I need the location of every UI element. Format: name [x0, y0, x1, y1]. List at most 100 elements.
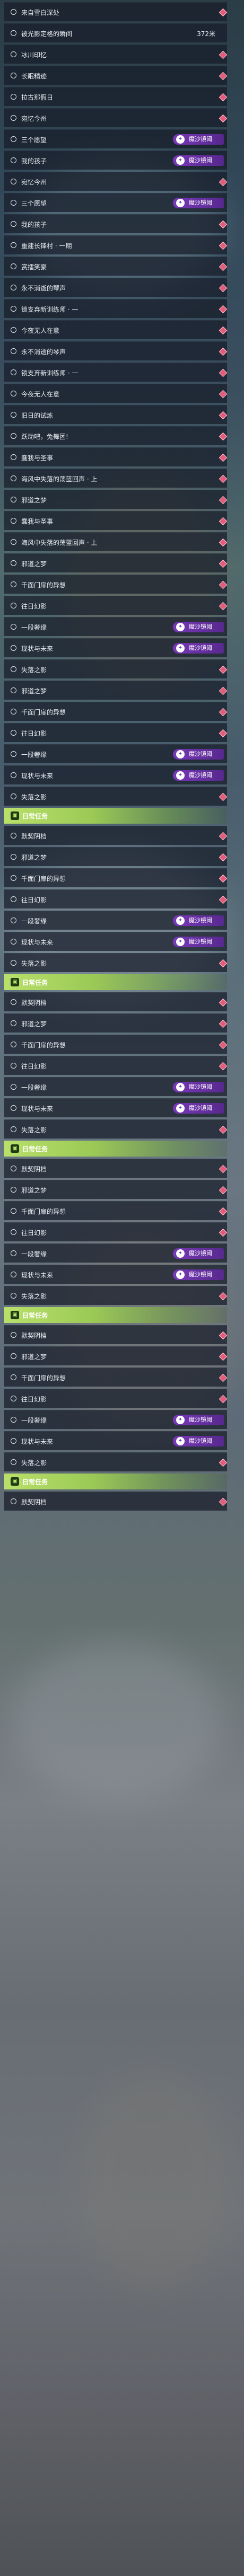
- track-circle-icon[interactable]: [11, 709, 16, 714]
- track-circle-icon[interactable]: [11, 369, 16, 375]
- track-circle-icon[interactable]: [11, 475, 16, 481]
- quest-row[interactable]: 邪道之梦: [4, 1013, 228, 1033]
- daily-task-header[interactable]: ▣ 日常任务: [4, 808, 227, 824]
- track-circle-icon[interactable]: [11, 433, 16, 439]
- track-circle-icon[interactable]: [11, 242, 16, 248]
- track-circle-icon[interactable]: [11, 1020, 16, 1026]
- track-circle-icon[interactable]: [11, 9, 16, 15]
- track-circle-icon[interactable]: [11, 1293, 16, 1299]
- daily-task-header[interactable]: ▣ 日常任务: [4, 1474, 227, 1489]
- quest-row[interactable]: 现状与未来 ✦ 魔沙镜阈: [4, 1098, 227, 1117]
- quest-row[interactable]: 千面门扉的异想: [4, 1368, 228, 1387]
- track-circle-icon[interactable]: [11, 918, 16, 923]
- quest-row[interactable]: 邪道之梦: [4, 1180, 228, 1199]
- track-circle-icon[interactable]: [11, 1084, 16, 1090]
- quest-row[interactable]: 蠢我与圣事: [4, 447, 228, 466]
- daily-task-header[interactable]: ▣ 日常任务: [4, 1307, 227, 1323]
- track-circle-icon[interactable]: [11, 539, 16, 545]
- track-circle-icon[interactable]: [11, 999, 16, 1005]
- quest-row[interactable]: 一段奢缘 ✦ 魔沙镜阈: [4, 744, 227, 763]
- quest-row[interactable]: 默契阴档: [4, 1159, 228, 1178]
- quest-row[interactable]: 永不消逝的琴声: [4, 341, 228, 360]
- quest-row[interactable]: 海风中失落的荡蓝回声 · 上: [4, 469, 228, 488]
- quest-row[interactable]: 一段奢缘 ✦ 魔沙镜阈: [4, 911, 227, 930]
- quest-row[interactable]: 千面门扉的异想: [4, 868, 228, 887]
- quest-row[interactable]: 邪道之梦: [4, 1346, 228, 1365]
- track-circle-icon[interactable]: [11, 793, 16, 799]
- track-circle-icon[interactable]: [11, 1332, 16, 1338]
- track-circle-icon[interactable]: [11, 1105, 16, 1111]
- track-circle-icon[interactable]: [11, 285, 16, 290]
- quest-row[interactable]: 一段奢缘 ✦ 魔沙镜阈: [4, 1077, 227, 1096]
- track-circle-icon[interactable]: [11, 136, 16, 142]
- quest-row[interactable]: 我的孩子: [4, 214, 228, 233]
- quest-row[interactable]: 邪道之梦: [4, 490, 228, 509]
- daily-task-header[interactable]: ▣ 日常任务: [4, 974, 227, 990]
- track-circle-icon[interactable]: [11, 854, 16, 860]
- quest-row[interactable]: 往日幻影: [4, 596, 228, 615]
- track-circle-icon[interactable]: [11, 327, 16, 333]
- quest-row[interactable]: 千面门扉的异想: [4, 1201, 228, 1220]
- quest-row[interactable]: 跃动吧，兔舞团!: [4, 426, 228, 445]
- quest-row[interactable]: 锁支弃新训练师 · 一: [4, 299, 228, 318]
- track-circle-icon[interactable]: [11, 666, 16, 672]
- quest-row[interactable]: 宛忆今州: [4, 172, 228, 191]
- quest-row[interactable]: 往日幻影: [4, 889, 228, 908]
- track-circle-icon[interactable]: [11, 896, 16, 902]
- track-circle-icon[interactable]: [11, 1126, 16, 1132]
- track-circle-icon[interactable]: [11, 1208, 16, 1214]
- quest-row[interactable]: 长眠精迹: [4, 66, 228, 85]
- track-circle-icon[interactable]: [11, 875, 16, 881]
- track-circle-icon[interactable]: [11, 454, 16, 460]
- quest-row[interactable]: 失落之影: [4, 953, 228, 972]
- track-circle-icon[interactable]: [11, 1250, 16, 1256]
- track-circle-icon[interactable]: [11, 200, 16, 206]
- quest-row[interactable]: 失落之影: [4, 659, 228, 678]
- quest-row[interactable]: 千面门扉的异想: [4, 702, 228, 721]
- track-circle-icon[interactable]: [11, 833, 16, 839]
- quest-row[interactable]: 往日幻影: [4, 1389, 228, 1408]
- track-circle-icon[interactable]: [11, 518, 16, 524]
- quest-row[interactable]: 默契阴档: [4, 826, 228, 845]
- track-circle-icon[interactable]: [11, 348, 16, 354]
- quest-row[interactable]: 现状与未来 ✦ 魔沙镜阈: [4, 932, 227, 951]
- quest-row[interactable]: 被光影定格的瞬间 372米: [4, 23, 227, 42]
- quest-row[interactable]: 拉古那假日: [4, 87, 228, 106]
- quest-row[interactable]: 失落之影: [4, 1452, 228, 1471]
- track-circle-icon[interactable]: [11, 157, 16, 163]
- quest-row[interactable]: 邪道之梦: [4, 553, 228, 572]
- quest-row[interactable]: 千面门扉的异想: [4, 575, 228, 594]
- track-circle-icon[interactable]: [11, 624, 16, 630]
- track-circle-icon[interactable]: [11, 1417, 16, 1423]
- quest-row[interactable]: 失落之影: [4, 1119, 228, 1139]
- quest-row[interactable]: 往日幻影: [4, 1056, 228, 1075]
- track-circle-icon[interactable]: [11, 730, 16, 736]
- quest-row[interactable]: 现状与未来 ✦ 魔沙镜阈: [4, 638, 227, 657]
- quest-row[interactable]: 重建长锋村 · 一期: [4, 235, 228, 254]
- track-circle-icon[interactable]: [11, 30, 16, 36]
- quest-row[interactable]: 今夜无人在意: [4, 320, 228, 339]
- quest-row[interactable]: 默契阴档: [4, 992, 228, 1011]
- track-circle-icon[interactable]: [11, 1272, 16, 1277]
- quest-row[interactable]: 宛忆今州: [4, 108, 228, 127]
- quest-row[interactable]: 默契阴档: [4, 1492, 228, 1511]
- track-circle-icon[interactable]: [11, 560, 16, 566]
- track-circle-icon[interactable]: [11, 1166, 16, 1171]
- quest-row[interactable]: 今夜无人在意: [4, 384, 228, 403]
- quest-row[interactable]: 旧日的试炼: [4, 405, 228, 424]
- track-circle-icon[interactable]: [11, 1229, 16, 1235]
- track-circle-icon[interactable]: [11, 115, 16, 121]
- quest-row[interactable]: 往日幻影: [4, 1222, 228, 1241]
- track-circle-icon[interactable]: [11, 391, 16, 396]
- track-circle-icon[interactable]: [11, 687, 16, 693]
- quest-row[interactable]: 邪道之梦: [4, 847, 228, 866]
- quest-row[interactable]: 现状与未来 ✦ 魔沙镜阈: [4, 1431, 227, 1450]
- track-circle-icon[interactable]: [11, 51, 16, 57]
- daily-task-header[interactable]: ▣ 日常任务: [4, 1141, 227, 1157]
- track-circle-icon[interactable]: [11, 1498, 16, 1504]
- quest-row[interactable]: 赏擂笑豪: [4, 257, 228, 276]
- quest-row[interactable]: 一段奢缘 ✦ 魔沙镜阈: [4, 617, 227, 636]
- quest-row[interactable]: 三个愿望 ✦ 魔沙镜阈: [4, 129, 227, 148]
- quest-row[interactable]: 冰川印忆: [4, 45, 228, 64]
- quest-row[interactable]: 三个愿望 ✦ 魔沙镜阈: [4, 193, 227, 212]
